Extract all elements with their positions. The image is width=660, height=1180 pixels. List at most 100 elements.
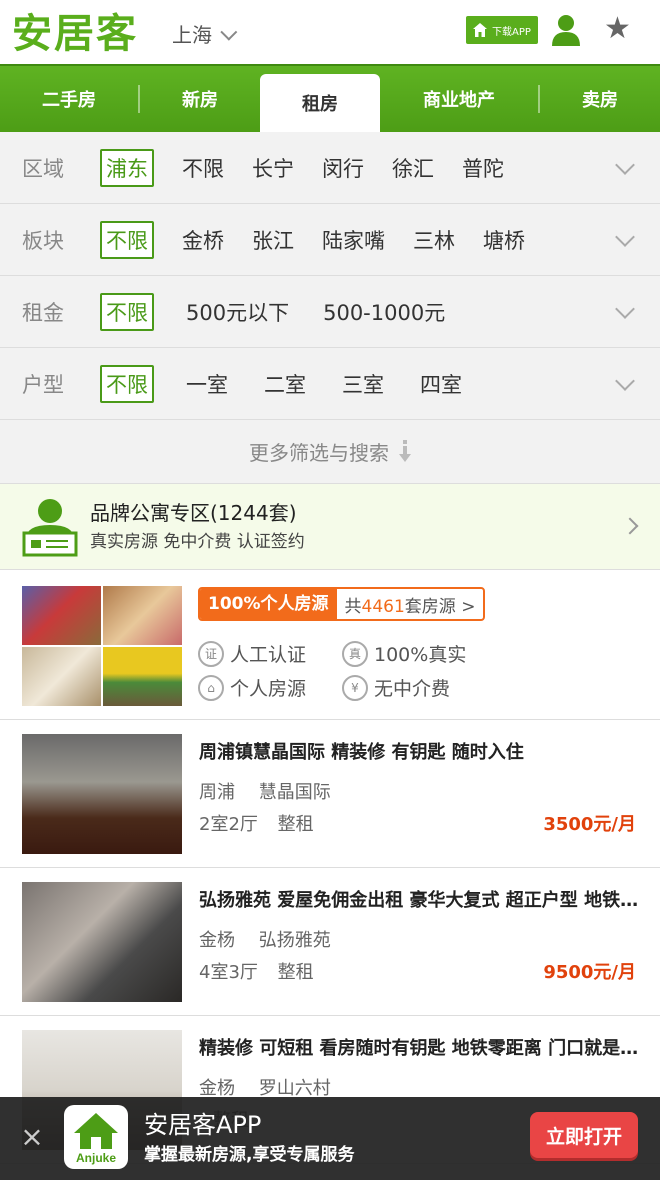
listing-area: 金杨 [199, 930, 235, 951]
tab-new-home[interactable]: 新房 [140, 66, 260, 132]
filter-option-selected[interactable]: 浦东 [100, 148, 154, 187]
no-fee-icon: ¥ [342, 674, 368, 701]
filter-row-rent: 租金 不限 500元以下 500-1000元 [0, 276, 660, 348]
more-filters-label: 更多筛选与搜索 [249, 441, 389, 465]
user-icon[interactable] [552, 14, 580, 46]
badge-count: 4461 [361, 596, 405, 617]
feature-label: 人工认证 [230, 644, 307, 666]
download-app-button[interactable]: 下载APP [466, 16, 538, 44]
filter-option[interactable]: 三林 [413, 225, 455, 255]
listing-community: 罗山六村 [258, 1078, 331, 1099]
star-icon[interactable]: ★ [604, 14, 634, 44]
chevron-down-icon[interactable] [615, 227, 635, 247]
brand-apartments-banner[interactable]: 品牌公寓专区(1244套) 真实房源 免中介费 认证签约 [0, 484, 660, 570]
home-icon [473, 23, 487, 37]
listing-item[interactable]: 弘扬雅苑 爱屋免佣金出租 豪华大复式 超正户型 地铁沿线 金杨 弘扬雅苑 4室3… [0, 868, 660, 1016]
download-app-label: 下载APP [492, 26, 531, 38]
listing-title: 周浦镇慧晶国际 精装修 有钥匙 随时入住 [199, 742, 524, 763]
filter-option[interactable]: 普陀 [462, 153, 504, 183]
filter-option[interactable]: 塘桥 [483, 225, 525, 255]
certificate-icon: 证 [198, 640, 224, 667]
chevron-down-icon [220, 23, 238, 41]
tab-rent[interactable]: 租房 [260, 74, 380, 132]
filter-option-selected[interactable]: 不限 [100, 220, 154, 259]
listing-layout: 2室2厅 [199, 814, 258, 835]
logo[interactable]: 安居客 [12, 10, 138, 58]
photo-tile [22, 586, 101, 645]
listing-photo [22, 734, 182, 854]
listing-title: 精装修 可短租 看房随时有钥匙 地铁零距离 门口就是地铁 [199, 1038, 639, 1059]
tab-sell[interactable]: 卖房 [540, 66, 660, 132]
personal-listings-promo[interactable]: 100%个人房源 共4461套房源 > 证 人工认证 真 100%真实 ⌂ 个人… [0, 570, 660, 720]
tab-commercial[interactable]: 商业地产 [380, 66, 538, 132]
brand-title: 品牌公寓专区(1244套) [90, 500, 297, 525]
photo-tile [103, 647, 182, 706]
filter-option[interactable]: 长宁 [252, 153, 294, 183]
feature-label: 无中介费 [374, 678, 451, 700]
app-title: 安居客APP [144, 1111, 262, 1139]
filter-option[interactable]: 张江 [252, 225, 294, 255]
close-icon[interactable]: × [20, 1123, 44, 1151]
listing-item[interactable]: 周浦镇慧晶国际 精装修 有钥匙 随时入住 周浦 慧晶国际 2室2厅 整租 350… [0, 720, 660, 868]
listing-area: 金杨 [199, 1078, 235, 1099]
app-download-bar: × Anjuke 安居客APP 掌握最新房源,享受专属服务 立即打开 [0, 1097, 660, 1180]
tab-second-hand[interactable]: 二手房 [0, 66, 138, 132]
app-logo: Anjuke [64, 1105, 128, 1169]
app-logo-name: Anjuke [75, 1151, 116, 1165]
filter-label: 户型 [22, 372, 64, 397]
feature-label: 个人房源 [230, 678, 307, 700]
photo-tile [103, 586, 182, 645]
listing-location: 周浦 慧晶国际 [199, 780, 349, 806]
certified-agent-icon [22, 498, 78, 556]
home-icon: ⌂ [198, 674, 224, 701]
city-label: 上海 [172, 23, 212, 47]
chevron-right-icon [621, 517, 639, 535]
filter-label: 区域 [22, 156, 64, 181]
filter-panel: 区域 浦东 不限 长宁 闵行 徐汇 普陀 板块 不限 金桥 张江 陆家嘴 三林 … [0, 132, 660, 484]
filter-option[interactable]: 500元以下 [186, 297, 289, 327]
authentic-icon: 真 [342, 640, 368, 667]
listing-title: 弘扬雅苑 爱屋免佣金出租 豪华大复式 超正户型 地铁沿线 [199, 890, 639, 911]
filter-option[interactable]: 四室 [420, 369, 462, 399]
personal-listings-photo [22, 586, 182, 706]
filter-option-selected[interactable]: 不限 [100, 364, 154, 403]
filter-option[interactable]: 一室 [186, 369, 228, 399]
filter-option-selected[interactable]: 不限 [100, 292, 154, 331]
filter-option[interactable]: 徐汇 [392, 153, 434, 183]
listing-price: 9500元/月 [543, 962, 636, 983]
app-subtitle: 掌握最新房源,享受专属服务 [144, 1145, 355, 1165]
feature-label: 100%真实 [374, 644, 467, 666]
filter-row-layout: 户型 不限 一室 二室 三室 四室 [0, 348, 660, 420]
filter-row-district: 区域 浦东 不限 长宁 闵行 徐汇 普陀 [0, 132, 660, 204]
filter-option[interactable]: 二室 [264, 369, 306, 399]
open-app-button[interactable]: 立即打开 [530, 1112, 638, 1158]
listing-area: 周浦 [199, 782, 235, 803]
filter-option[interactable]: 闵行 [322, 153, 364, 183]
city-selector[interactable]: 上海 [172, 20, 238, 50]
filter-option[interactable]: 金桥 [182, 225, 224, 255]
listing-layout: 4室3厅 [199, 962, 258, 983]
feature-personal: ⌂ 个人房源 [198, 674, 306, 701]
listing-location: 金杨 弘扬雅苑 [199, 928, 349, 954]
more-filters-button[interactable]: 更多筛选与搜索 [0, 420, 660, 484]
listing-type: 2室2厅 整租 [199, 812, 328, 838]
listing-rent-type: 整租 [277, 962, 314, 983]
chevron-down-icon[interactable] [615, 299, 635, 319]
feature-no-fee: ¥ 无中介费 [342, 674, 450, 701]
filter-option[interactable]: 500-1000元 [323, 297, 445, 327]
feature-real: 真 100%真实 [342, 640, 466, 667]
personal-listings-badge[interactable]: 100%个人房源 共4461套房源 > [198, 587, 486, 621]
chevron-down-icon[interactable] [615, 371, 635, 391]
badge-prefix: 共 [344, 596, 362, 617]
listing-photo [22, 882, 182, 1002]
listing-community: 弘扬雅苑 [258, 930, 331, 951]
badge-suffix: 套房源 > [404, 596, 476, 617]
filter-option[interactable]: 三室 [342, 369, 384, 399]
filter-option[interactable]: 不限 [182, 153, 224, 183]
header: 安居客 上海 下载APP ★ [0, 0, 660, 66]
filter-row-block: 板块 不限 金桥 张江 陆家嘴 三林 塘桥 [0, 204, 660, 276]
filter-option[interactable]: 陆家嘴 [322, 225, 385, 255]
arrow-down-icon [399, 439, 411, 462]
chevron-down-icon[interactable] [615, 155, 635, 175]
listing-rent-type: 整租 [277, 814, 314, 835]
